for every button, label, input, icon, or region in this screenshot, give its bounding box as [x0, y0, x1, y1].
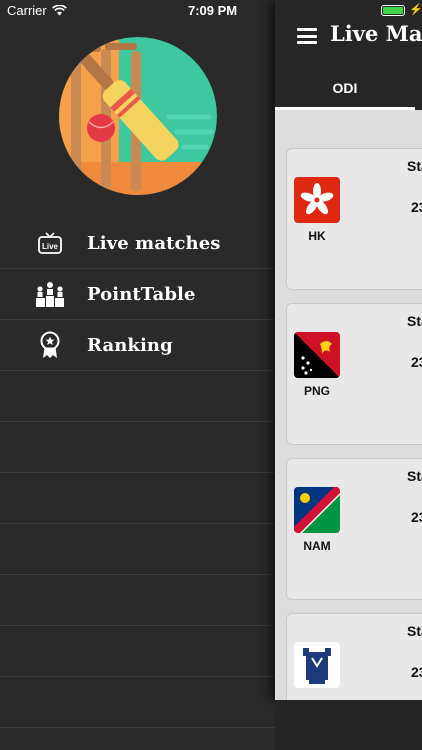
match-score: 23: [411, 354, 422, 370]
carrier-group: Carrier: [7, 3, 67, 18]
live-tv-icon: Live: [33, 228, 67, 258]
award-ribbon-icon: [33, 330, 67, 360]
drawer-divider: [0, 524, 275, 575]
match-card[interactable]: NAM Sta 23: [286, 458, 422, 600]
match-card[interactable]: HK Sta 23: [286, 148, 422, 290]
battery-icon: [381, 5, 405, 16]
drawer-divider: [0, 422, 275, 473]
podium-icon: [33, 279, 67, 309]
tab-selected-indicator: [275, 107, 415, 110]
page-title: Live Matc: [330, 21, 422, 46]
team-name: NAM: [303, 539, 331, 553]
drawer-divider: [0, 575, 275, 626]
main-panel: Live Matc ODI HK Sta 23: [275, 0, 422, 700]
match-status: Sta: [407, 158, 422, 174]
drawer-divider: [0, 371, 275, 422]
menu-item-label: Ranking: [87, 334, 173, 356]
menu-item-label: Live matches: [87, 232, 221, 254]
menu-item-pointtable[interactable]: PointTable: [0, 269, 275, 320]
match-card[interactable]: Sta 23: [286, 613, 422, 700]
match-status: Sta: [407, 623, 422, 639]
bottom-bar: [275, 700, 422, 750]
drawer-divider: [0, 728, 275, 750]
match-status: Sta: [407, 468, 422, 484]
app-logo: [59, 37, 217, 195]
team-name: HK: [308, 229, 326, 243]
match-score: 23: [411, 509, 422, 525]
match-card[interactable]: PNG Sta 23: [286, 303, 422, 445]
hamburger-menu-icon[interactable]: [297, 28, 317, 44]
menu-item-label: PointTable: [87, 283, 196, 305]
drawer-menu: Live Live matches PointTable Ranking: [0, 218, 275, 750]
match-status: Sta: [407, 313, 422, 329]
drawer-divider: [0, 677, 275, 728]
status-bar: Carrier 7:09 PM ⚡: [0, 0, 422, 22]
wifi-icon: [51, 5, 67, 16]
status-time: 7:09 PM: [188, 3, 238, 18]
carrier-label: Carrier: [7, 3, 47, 18]
menu-item-live-matches[interactable]: Live Live matches: [0, 218, 275, 269]
namibia-flag-icon: [294, 487, 340, 533]
menu-item-ranking[interactable]: Ranking: [0, 320, 275, 371]
drawer-divider: [0, 626, 275, 677]
charging-icon: ⚡: [409, 4, 422, 16]
match-score: 23: [411, 199, 422, 215]
match-score: 23: [411, 664, 422, 680]
side-drawer: Live Live matches PointTable Ranking: [0, 0, 275, 750]
png-flag-icon: [294, 332, 340, 378]
drawer-divider: [0, 473, 275, 524]
hong-kong-flag-icon: [294, 177, 340, 223]
scotland-crest-icon: [294, 642, 340, 688]
team-name: PNG: [303, 384, 330, 398]
svg-text:Live: Live: [42, 242, 59, 251]
tab-odi[interactable]: ODI: [275, 70, 415, 108]
